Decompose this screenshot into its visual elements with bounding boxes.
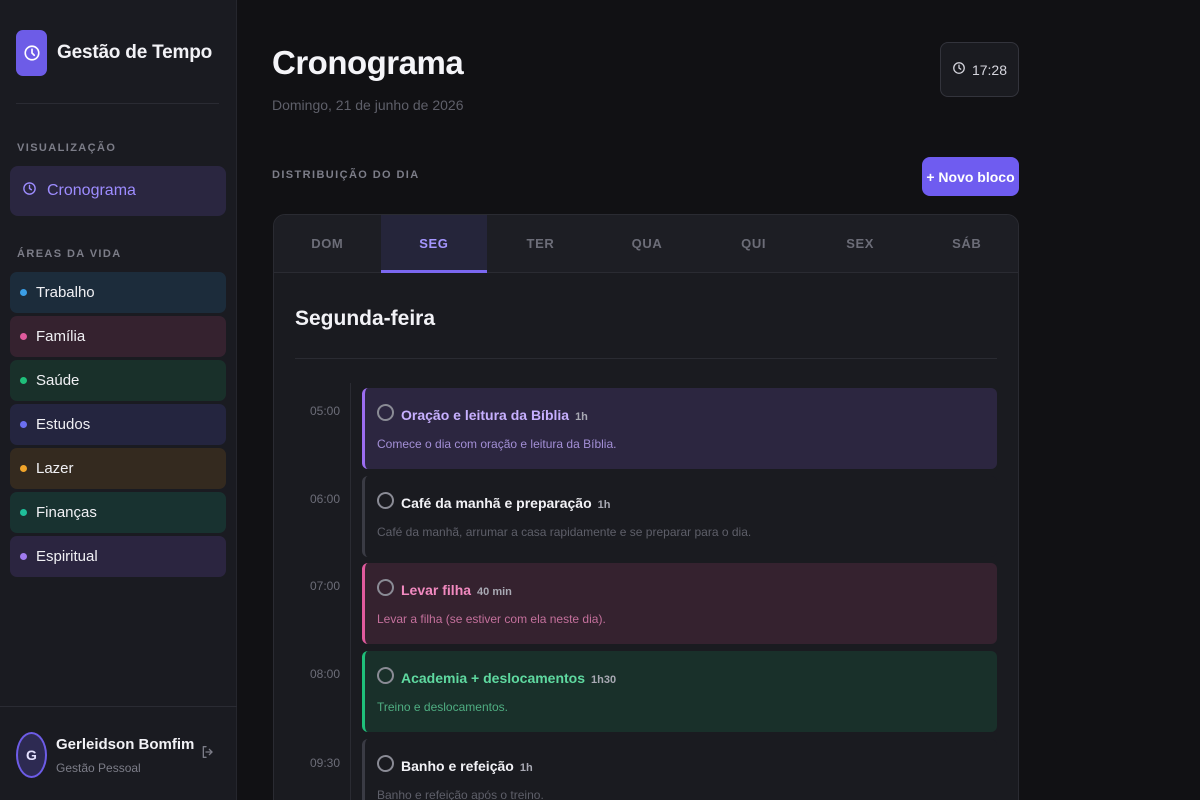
sidebar-item-label: Cronograma [47,182,136,199]
clock-logo-icon [16,30,47,76]
day-title: Segunda-feira [295,307,436,330]
area-dot [20,553,27,560]
visualization-label: VISUALIZAÇÃO [17,142,117,154]
area-label: Finanças [36,504,97,521]
sidebar-item-trabalho[interactable]: Trabalho [10,272,226,313]
block-description: Comece o dia com oração e leitura da Bíb… [377,437,617,451]
current-time: 17:28 [940,42,1019,97]
clock-icon [22,181,37,201]
tab-sab[interactable]: SÁB [913,215,1018,272]
block-description: Levar a filha (se estiver com ela neste … [377,612,606,626]
area-label: Estudos [36,416,91,433]
block-title: Levar filha 40 min [401,582,512,598]
area-label: Trabalho [36,284,95,301]
checkbox-circle-icon[interactable] [377,492,394,509]
brand: Gestão de Tempo [16,30,212,76]
sidebar-item-saude[interactable]: Saúde [10,360,226,401]
sidebar-item-cronograma[interactable]: Cronograma [10,166,226,216]
block-title-text: Banho e refeição [401,758,514,774]
block-description: Café da manhã, arrumar a casa rapidament… [377,525,752,539]
section-label: DISTRIBUIÇÃO DO DIA [272,169,420,181]
day-divider [295,358,997,359]
area-label: Família [36,328,86,345]
schedule-panel: DOM SEG TER QUA QUI SEX SÁB Segunda-feir… [273,214,1019,800]
block-title: Oração e leitura da Bíblia 1h [401,407,588,423]
time-label: 07:00 [310,579,341,593]
day-tabs: DOM SEG TER QUA QUI SEX SÁB [274,215,1018,273]
avatar[interactable]: G [16,732,47,778]
tab-dom[interactable]: DOM [274,215,381,272]
timeline-line [350,383,351,800]
area-label: Saúde [36,372,80,389]
block-duration: 40 min [477,586,512,598]
new-block-button[interactable]: + Novo bloco [922,157,1019,196]
block-duration: 1h [575,411,588,423]
block-duration: 1h30 [591,674,617,686]
tab-ter[interactable]: TER [487,215,594,272]
time-label: 06:00 [310,492,341,506]
block-title-text: Levar filha [401,582,472,598]
areas-label: ÁREAS DA VIDA [17,248,122,260]
sidebar: Gestão de Tempo VISUALIZAÇÃO Cronograma … [0,0,237,800]
area-dot [20,333,27,340]
area-label: Espiritual [36,548,98,565]
area-dot [20,509,27,516]
block-title-text: Oração e leitura da Bíblia [401,407,570,423]
block-duration: 1h [519,762,533,774]
time-label: 08:00 [310,667,341,681]
user-panel: G Gerleidson Bomfim Gestão Pessoal [0,706,237,800]
checkbox-circle-icon[interactable] [377,579,394,596]
time-block[interactable]: Oração e leitura da Bíblia 1h Comece o di… [362,388,997,469]
block-title-text: Academia + deslocamentos [401,670,586,686]
sidebar-divider [16,103,219,104]
block-duration: 1h [597,499,611,511]
time-label: 09:30 [310,756,341,770]
block-title: Café da manhã e preparação 1h [401,495,610,511]
block-description: Treino e deslocamentos. [377,700,508,714]
user-role: Gestão Pessoal [56,761,141,775]
logout-icon[interactable] [200,744,216,765]
area-dot [20,377,27,384]
sidebar-item-estudos[interactable]: Estudos [10,404,226,445]
page-date: Domingo, 21 de junho de 2026 [272,97,464,113]
sidebar-item-financas[interactable]: Finanças [10,492,226,533]
area-dot [20,289,27,296]
sidebar-item-espiritual[interactable]: Espiritual [10,536,226,577]
time-label: 05:00 [310,404,341,418]
clock-text: 17:28 [971,61,1008,78]
checkbox-circle-icon[interactable] [377,667,394,684]
tab-seg[interactable]: SEG [380,215,488,273]
block-title-text: Café da manhã e preparação [401,495,592,511]
checkbox-circle-icon[interactable] [377,755,394,772]
tab-sex[interactable]: SEX [807,215,914,272]
area-dot [20,421,27,428]
area-label: Lazer [36,460,74,477]
block-title: Banho e refeição 1h [401,758,533,774]
time-block[interactable]: Academia + deslocamentos 1h30 Treino e de… [362,651,997,732]
clock-icon [952,61,966,78]
user-name: Gerleidson Bomfim [56,736,195,753]
page-title: Cronograma [272,44,464,81]
checkbox-circle-icon[interactable] [377,404,394,421]
time-block[interactable]: Banho e refeição 1h Banho e refeição após… [362,739,997,800]
tab-qua[interactable]: QUA [594,215,701,272]
app-title: Gestão de Tempo [57,42,213,63]
block-description: Banho e refeição após o treino. [377,788,544,800]
time-block[interactable]: Café da manhã e preparação 1h Café da man… [362,476,997,557]
area-dot [20,465,27,472]
block-title: Academia + deslocamentos 1h30 [401,670,616,686]
tab-qui[interactable]: QUI [700,215,807,272]
sidebar-item-lazer[interactable]: Lazer [10,448,226,489]
time-block[interactable]: Levar filha 40 min Levar a filha (se esti… [362,563,997,644]
sidebar-item-familia[interactable]: Família [10,316,226,357]
